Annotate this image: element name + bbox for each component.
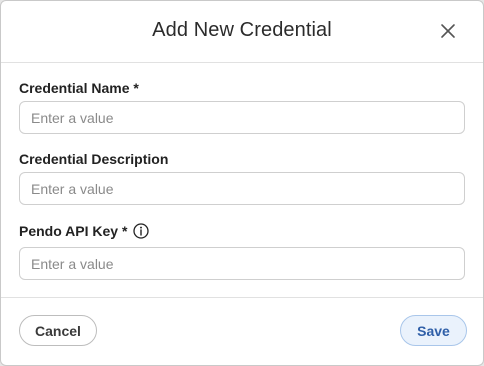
credential-description-label-text: Credential Description bbox=[19, 151, 169, 167]
credential-name-input[interactable] bbox=[19, 101, 465, 134]
credential-name-label-text: Credential Name * bbox=[19, 80, 139, 96]
pendo-api-key-input[interactable] bbox=[19, 247, 465, 280]
cancel-button[interactable]: Cancel bbox=[19, 315, 97, 346]
credential-description-label: Credential Description bbox=[19, 151, 168, 167]
credential-description-input[interactable] bbox=[19, 172, 465, 205]
pendo-api-key-label: Pendo API Key * bbox=[19, 223, 150, 239]
credential-name-label: Credential Name * bbox=[19, 80, 139, 96]
pendo-api-key-label-text: Pendo API Key * bbox=[19, 223, 128, 239]
close-icon bbox=[441, 24, 455, 38]
dialog-title: Add New Credential bbox=[152, 19, 332, 41]
info-icon[interactable] bbox=[133, 223, 150, 239]
save-button[interactable]: Save bbox=[400, 315, 467, 346]
add-credential-dialog: Add New Credential Credential Name * Cre… bbox=[0, 0, 484, 366]
dialog-header: Add New Credential bbox=[1, 1, 483, 63]
dialog-footer: Cancel Save bbox=[1, 297, 483, 365]
close-button[interactable] bbox=[437, 20, 459, 42]
